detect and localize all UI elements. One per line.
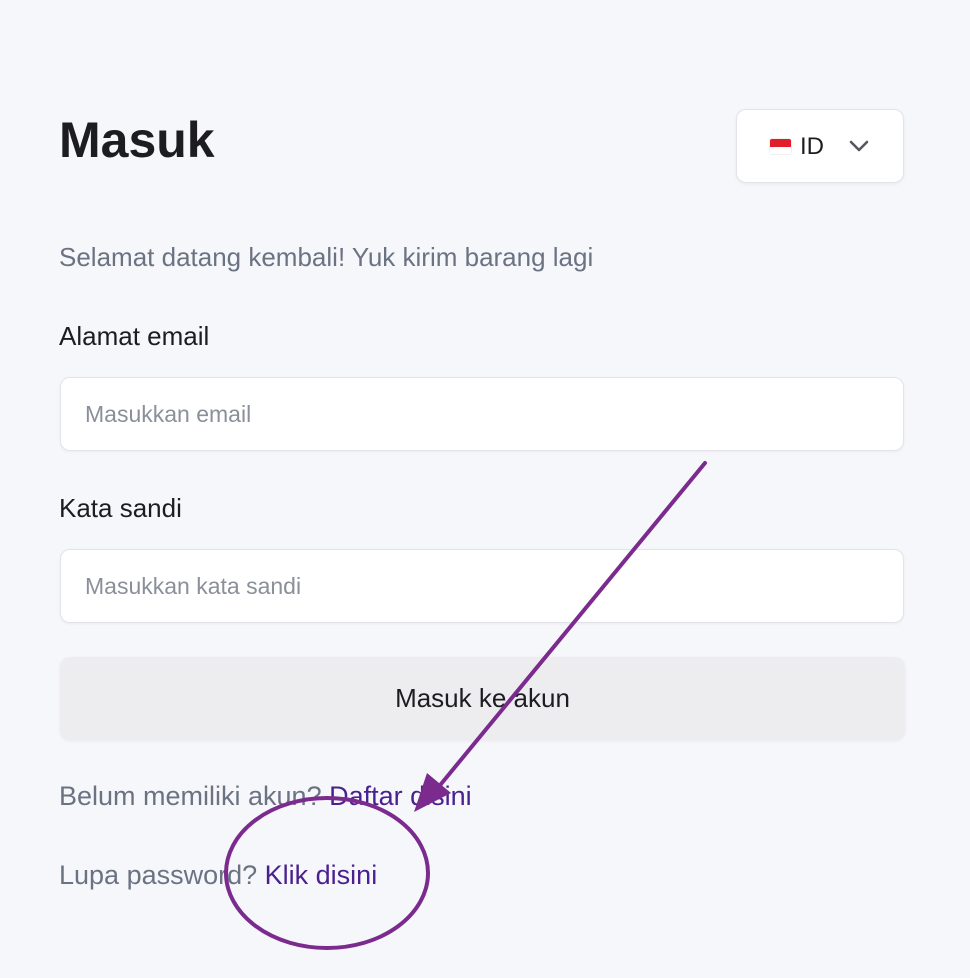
login-button[interactable]: Masuk ke akun [60, 657, 905, 740]
email-label: Alamat email [59, 321, 210, 351]
language-code: ID [800, 133, 824, 160]
language-select[interactable]: ID [736, 109, 904, 183]
forgot-password-prompt: Lupa password? [59, 860, 258, 890]
forgot-password-line: Lupa password? Klik disini [59, 857, 377, 893]
forgot-password-link[interactable]: Klik disini [265, 860, 378, 890]
page-title: Masuk [59, 112, 215, 168]
register-prompt: Belum memiliki akun? [59, 781, 322, 811]
register-link[interactable]: Daftar disini [329, 781, 472, 811]
indonesia-flag-icon [770, 139, 791, 154]
annotation-arrow-line [430, 461, 707, 797]
password-field[interactable] [60, 549, 904, 623]
register-prompt-line: Belum memiliki akun? Daftar disini [59, 778, 472, 814]
email-field[interactable] [60, 377, 904, 451]
chevron-down-icon [849, 140, 869, 152]
password-label: Kata sandi [59, 493, 182, 523]
welcome-subtitle: Selamat datang kembali! Yuk kirim barang… [59, 242, 594, 272]
